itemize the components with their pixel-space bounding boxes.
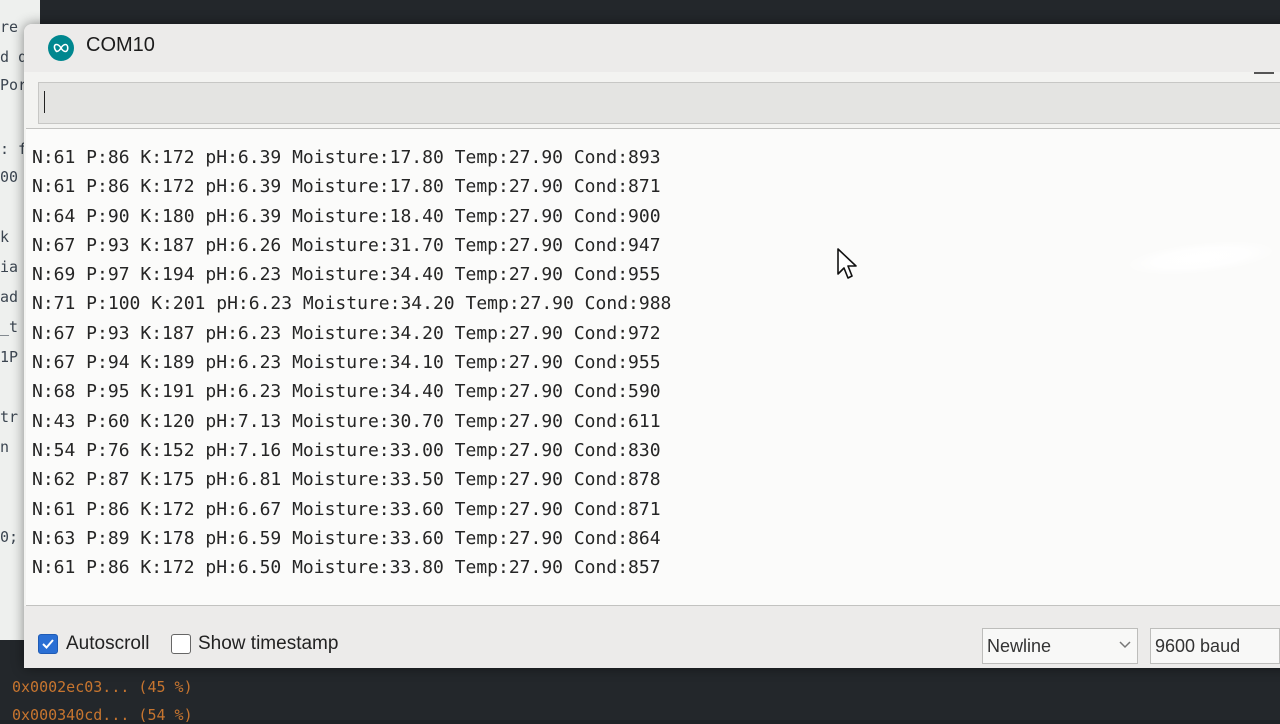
serial-line: N:54 P:76 K:152 pH:7.16 Moisture:33.00 T…	[32, 439, 661, 461]
code-fragment: ia	[0, 258, 19, 276]
code-fragment: ad	[0, 288, 19, 306]
serial-line: N:62 P:87 K:175 pH:6.81 Moisture:33.50 T…	[32, 469, 661, 491]
code-fragment: k	[0, 228, 10, 246]
console-line: 0x0002ec03... (45 %)	[12, 678, 193, 696]
serial-line: N:69 P:97 K:194 pH:6.23 Moisture:34.40 T…	[32, 264, 661, 286]
show-timestamp-label[interactable]: Show timestamp	[198, 633, 338, 655]
serial-line: N:61 P:86 K:172 pH:6.39 Moisture:17.80 T…	[32, 176, 661, 198]
line-ending-select[interactable]: Newline	[982, 628, 1138, 664]
serial-line: N:64 P:90 K:180 pH:6.39 Moisture:18.40 T…	[32, 205, 661, 227]
mouse-pointer-icon	[837, 248, 857, 279]
code-fragment: 1P	[0, 348, 19, 366]
serial-line: N:68 P:95 K:191 pH:6.23 Moisture:34.40 T…	[32, 381, 661, 403]
code-fragment: tr	[0, 408, 19, 426]
show-timestamp-checkbox[interactable]	[171, 634, 191, 654]
send-field-container	[38, 82, 1280, 124]
text-caret	[44, 91, 45, 113]
console-line: 0x000340cd... (54 %)	[12, 706, 193, 724]
baud-rate-value: 9600 baud	[1155, 636, 1241, 656]
code-fragment: re	[0, 18, 19, 36]
checkmark-icon	[42, 639, 54, 649]
code-fragment: _t	[0, 318, 19, 336]
window-title: COM10	[86, 34, 155, 56]
serial-line: N:61 P:86 K:172 pH:6.50 Moisture:33.80 T…	[32, 557, 661, 579]
code-fragment: n	[0, 438, 10, 456]
send-input[interactable]	[43, 87, 1280, 119]
title-bar[interactable]: COM10	[24, 24, 1280, 72]
arduino-infinity-icon	[48, 35, 74, 61]
line-ending-value: Newline	[987, 636, 1052, 656]
serial-line: N:63 P:89 K:178 pH:6.59 Moisture:33.60 T…	[32, 527, 661, 549]
autoscroll-label[interactable]: Autoscroll	[66, 633, 149, 655]
serial-line: N:71 P:100 K:201 pH:6.23 Moisture:34.20 …	[32, 293, 672, 315]
serial-output-area[interactable]: N:61 P:86 K:172 pH:6.39 Moisture:17.80 T…	[26, 128, 1280, 606]
chevron-down-icon	[1119, 641, 1131, 649]
serial-line: N:67 P:93 K:187 pH:6.23 Moisture:34.20 T…	[32, 322, 661, 344]
autoscroll-checkbox[interactable]	[38, 634, 58, 654]
serial-output-lines: N:61 P:86 K:172 pH:6.39 Moisture:17.80 T…	[32, 143, 671, 582]
screen-glare	[1124, 235, 1278, 281]
minimize-icon[interactable]	[1254, 72, 1274, 74]
code-fragment: 00	[0, 168, 19, 186]
status-bar: Autoscroll Show timestamp Newline 9600 b…	[24, 606, 1280, 668]
ide-console-output: 0x0002ec03... (45 %) 0x000340cd... (54 %…	[0, 676, 600, 724]
serial-line: N:43 P:60 K:120 pH:7.13 Moisture:30.70 T…	[32, 410, 661, 432]
code-fragment: 0;	[0, 528, 19, 546]
serial-line: N:61 P:86 K:172 pH:6.39 Moisture:17.80 T…	[32, 147, 661, 168]
serial-monitor-window: COM10 N:61 P:86 K:172 pH:6.39 Moisture:1…	[24, 24, 1280, 668]
baud-rate-select[interactable]: 9600 baud	[1150, 628, 1280, 664]
serial-line: N:61 P:86 K:172 pH:6.67 Moisture:33.60 T…	[32, 498, 661, 520]
serial-line: N:67 P:94 K:189 pH:6.23 Moisture:34.10 T…	[32, 352, 661, 374]
serial-line: N:67 P:93 K:187 pH:6.26 Moisture:31.70 T…	[32, 234, 661, 256]
